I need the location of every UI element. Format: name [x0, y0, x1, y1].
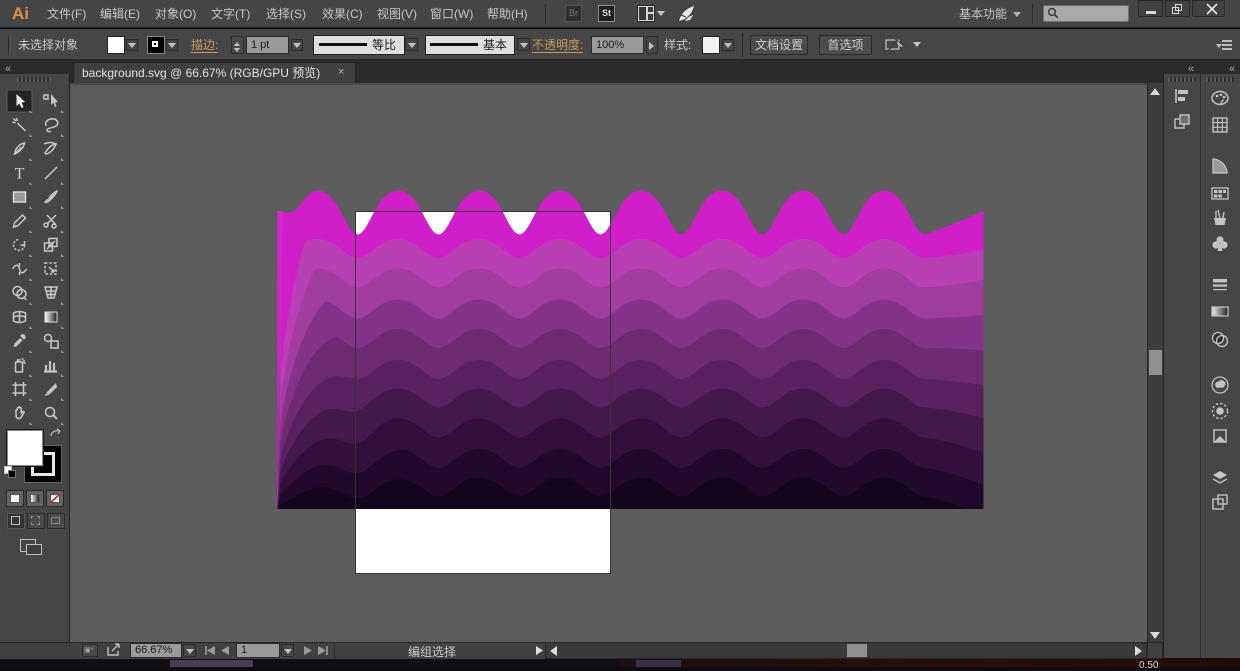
svg-text:T: T [15, 166, 25, 183]
